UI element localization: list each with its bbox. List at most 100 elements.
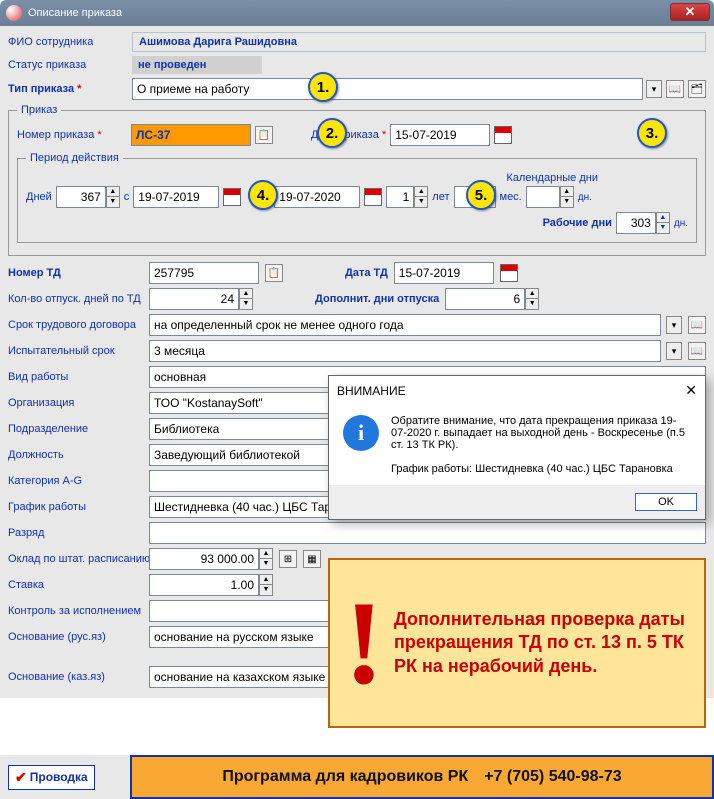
workdays-input[interactable] <box>616 212 656 234</box>
org-label: Организация <box>8 397 143 409</box>
order-type-value: О приеме на работу <box>137 82 249 96</box>
info-icon: i <box>343 415 379 451</box>
order-fieldset: Приказ Номер приказа 📋 2. Дата приказа 3… <box>8 104 706 256</box>
popup-title: ВНИМАНИЕ <box>337 384 406 398</box>
position-label: Должность <box>8 449 143 461</box>
rate-input[interactable] <box>149 574 259 596</box>
rate-label: Ставка <box>8 579 143 591</box>
probation-book-icon[interactable]: 📖 <box>688 342 706 360</box>
caldays-input[interactable] <box>526 186 560 208</box>
days-input[interactable] <box>56 186 106 208</box>
order-legend: Приказ <box>17 104 61 116</box>
provodka-button[interactable]: ✔ Проводка <box>8 765 95 790</box>
date-to-cal-icon[interactable] <box>364 188 382 206</box>
probation-label: Испытательный срок <box>8 345 143 357</box>
status-value: не проведен <box>132 56 262 74</box>
basis-kz-label: Основание (каз.яз) <box>8 671 143 683</box>
window-title: Описание приказа <box>28 7 122 19</box>
control-label: Контроль за исполнением <box>8 605 143 617</box>
caldays-suffix: дн. <box>578 192 592 203</box>
salary-spinner[interactable]: ▲▼ <box>149 548 273 570</box>
vacation-days-input[interactable] <box>149 288 239 310</box>
category-label: Категория A-G <box>8 475 143 487</box>
schedule-label: График работы <box>8 501 143 513</box>
order-date-input[interactable] <box>390 124 490 146</box>
add-vacation-spinner[interactable]: ▲▼ <box>445 288 539 310</box>
calendar-days-label: Календарные дни <box>506 172 598 184</box>
period-fieldset: Период действия Календарные дни Дней ▲▼ … <box>17 152 697 243</box>
basis-ru-label: Основание (рус.яз) <box>8 631 143 643</box>
popup-ok-button[interactable]: OK <box>635 493 697 511</box>
probation-select[interactable]: 3 месяца <box>149 340 661 362</box>
marker-3: 3. <box>637 118 667 148</box>
program-text: Программа для кадровиков РК <box>222 768 468 786</box>
book-icon[interactable]: 📖 <box>666 80 684 98</box>
td-date-label: Дата ТД <box>345 267 388 279</box>
rate-spinner[interactable]: ▲▼ <box>149 574 273 596</box>
period-legend: Период действия <box>26 152 123 164</box>
work-type-label: Вид работы <box>8 371 143 383</box>
order-number-input[interactable] <box>131 124 251 146</box>
employee-name: Ашимова Дарига Рашидовна <box>132 32 706 52</box>
years-input[interactable] <box>386 186 414 208</box>
years-label: лет <box>432 191 449 203</box>
date-from-input[interactable] <box>133 186 219 208</box>
probation-dropdown[interactable]: ▾ <box>666 342 682 360</box>
check-icon: ✔ <box>15 769 27 786</box>
order-type-label: Тип приказа <box>8 83 128 95</box>
banner-text: Дополнительная проверка даты прекращения… <box>394 608 690 678</box>
vacation-days-spinner[interactable]: ▲▼ <box>149 288 253 310</box>
workdays-label: Рабочие дни <box>543 217 612 229</box>
months-label: мес. <box>500 191 522 203</box>
salary-calc-icon[interactable]: ⊞ <box>279 550 297 568</box>
workdays-spinner[interactable]: ▲▼ <box>616 212 670 234</box>
workdays-suffix: дн. <box>674 218 688 229</box>
footer: ✔ Проводка Программа для кадровиков РК +… <box>0 755 714 799</box>
close-button[interactable]: ✕ <box>670 3 710 21</box>
marker-4: 4. <box>248 180 278 210</box>
caldays-spinner[interactable]: ▲▼ <box>526 186 574 208</box>
days-label: Дней <box>26 191 52 203</box>
popup-close-icon[interactable]: ✕ <box>685 382 697 399</box>
add-vacation-input[interactable] <box>445 288 525 310</box>
order-type-select[interactable]: О приеме на работу <box>132 78 643 100</box>
provodka-label: Проводка <box>30 770 88 784</box>
program-bar: Программа для кадровиков РК +7 (705) 540… <box>130 755 714 799</box>
contract-term-book-icon[interactable]: 📖 <box>688 316 706 334</box>
order-number-label: Номер приказа <box>17 129 127 141</box>
td-number-gen-icon[interactable]: 📋 <box>265 264 283 282</box>
check-banner: ! Дополнительная проверка даты прекращен… <box>328 558 706 728</box>
generate-number-icon[interactable]: 📋 <box>255 126 273 144</box>
from-label: с <box>124 191 130 203</box>
contract-term-label: Срок трудового договора <box>8 319 143 331</box>
rank-input[interactable] <box>149 522 706 544</box>
titlebar: Описание приказа ✕ <box>0 0 714 26</box>
card-icon[interactable]: 🗂 <box>688 80 706 98</box>
rank-label: Разряд <box>8 527 143 539</box>
date-to-input[interactable] <box>274 186 360 208</box>
vacation-days-label: Кол-во отпуск. дней по ТД <box>8 293 143 305</box>
contract-term-select[interactable]: на определенный срок не менее одного год… <box>149 314 661 336</box>
years-spinner[interactable]: ▲▼ <box>386 186 428 208</box>
order-type-dropdown-button[interactable]: ▾ <box>646 80 662 98</box>
exclamation-icon: ! <box>344 589 384 697</box>
order-date-cal-icon[interactable] <box>494 126 512 144</box>
td-number-input[interactable] <box>149 262 259 284</box>
td-date-input[interactable] <box>394 262 494 284</box>
dept-label: Подразделение <box>8 423 143 435</box>
status-label: Статус приказа <box>8 59 128 71</box>
salary-input[interactable] <box>149 548 259 570</box>
salary-table-icon[interactable]: ▦ <box>303 550 321 568</box>
add-vacation-label: Дополнит. дни отпуска <box>315 293 439 305</box>
warning-popup: ВНИМАНИЕ ✕ i Обратите внимание, что дата… <box>328 375 706 520</box>
date-from-cal-icon[interactable] <box>223 188 241 206</box>
days-spinner[interactable]: ▲▼ <box>56 186 120 208</box>
popup-message-1: Обратите внимание, что дата прекращения … <box>391 415 691 451</box>
employee-label: ФИО сотрудника <box>8 36 128 48</box>
program-phone: +7 (705) 540-98-73 <box>484 768 621 786</box>
contract-term-dropdown[interactable]: ▾ <box>666 316 682 334</box>
salary-label: Оклад по штат. расписанию <box>8 553 143 565</box>
td-number-label: Номер ТД <box>8 267 143 279</box>
marker-2: 2. <box>317 118 347 148</box>
td-date-cal-icon[interactable] <box>500 264 518 282</box>
